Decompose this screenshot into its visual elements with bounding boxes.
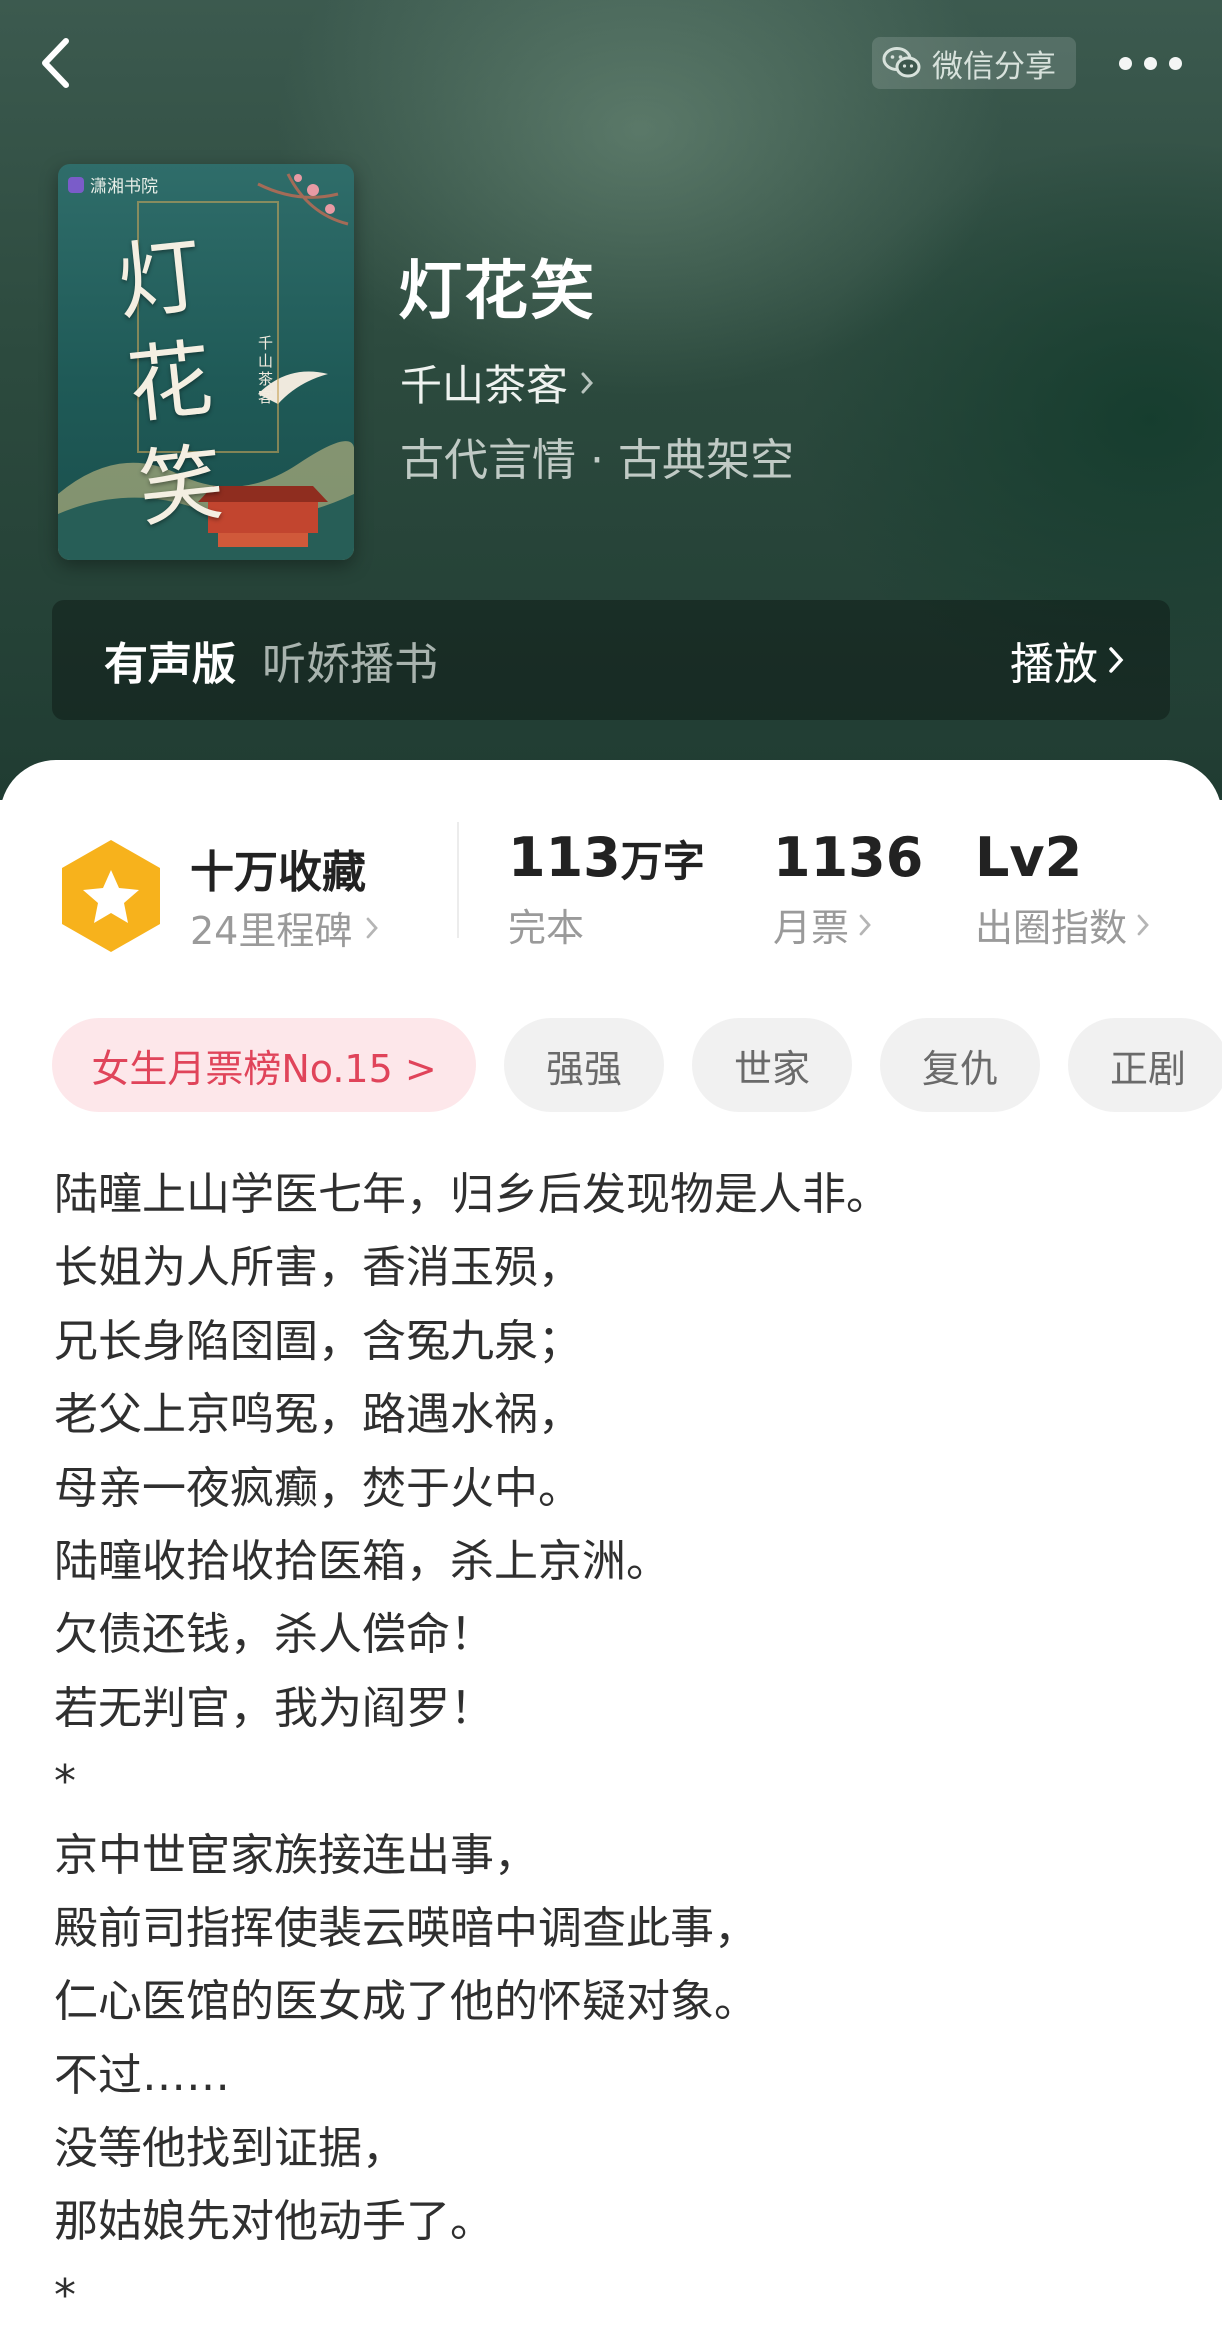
synopsis-line: 仁心医馆的医女成了他的怀疑对象。 (54, 1976, 758, 2028)
more-options-button[interactable] (1110, 38, 1190, 88)
synopsis-line: 长姐为人所害，香消玉殒， (54, 1242, 582, 1294)
synopsis-line: 兄长身陷囹圄，含冤九泉； (54, 1315, 582, 1367)
wechat-share-button[interactable]: 微信分享 (872, 37, 1076, 89)
publisher-logo-icon (68, 176, 84, 193)
synopsis-line: 若无判官，我为阎罗！ (54, 1682, 494, 1734)
popularity-level-value: Lv2 (975, 826, 1083, 889)
monthly-ticket-stat[interactable]: 1136 月票 (773, 826, 923, 952)
word-count-value: 113 (508, 826, 621, 889)
tag-item[interactable]: 强强 (504, 1018, 664, 1112)
chevron-right-icon (366, 917, 379, 938)
wechat-share-label: 微信分享 (932, 48, 1056, 85)
chevron-right-icon (859, 914, 871, 935)
audio-version-bar[interactable]: 有声版 听娇播书 播放 (52, 600, 1170, 720)
chevron-left-icon (42, 38, 69, 88)
more-dots-icon (1118, 56, 1132, 70)
book-genre: 古代言情 · 古典架空 (400, 435, 794, 486)
synopsis-line: 陆曈收拾收拾医箱，杀上京洲。 (54, 1535, 670, 1587)
synopsis-line: 老父上京鸣冤，路遇水祸， (54, 1389, 582, 1441)
monthly-ticket-value: 1136 (773, 826, 924, 889)
cover-author-tag: 千山茶客 (258, 334, 274, 406)
author-link[interactable]: 千山茶客 (400, 352, 594, 413)
tag-item[interactable]: 复仇 (880, 1018, 1040, 1112)
book-cover-image[interactable]: 潇湘书院 灯花笑 千山茶客 (58, 164, 354, 560)
book-synopsis: 陆曈上山学医七年，归乡后发现物是人非。 长姐为人所害，香消玉殒， 兄长身陷囹圄，… (54, 1158, 1174, 2332)
milestone-count: 24里程碑 (190, 900, 379, 955)
author-name: 千山茶客 (400, 361, 569, 410)
audio-play-button[interactable]: 播放 (1010, 628, 1124, 692)
synopsis-line: 陆曈上山学医七年，归乡后发现物是人非。 (54, 1169, 890, 1220)
synopsis-line: 没等他找到证据， (54, 2123, 406, 2175)
tag-item[interactable]: 正剧 (1068, 1018, 1222, 1112)
completion-status: 完本 (508, 906, 585, 950)
rank-tag[interactable]: 女生月票榜No.15 > (52, 1018, 476, 1112)
star-badge-icon (62, 840, 160, 952)
monthly-ticket-label: 月票 (773, 897, 923, 952)
synopsis-line: 那姑娘先对他动手了。 (54, 2196, 494, 2248)
synopsis-line: 京中世宦家族接连出事， (54, 1829, 538, 1881)
cover-publisher: 潇湘书院 (68, 172, 158, 197)
synopsis-line: 欠债还钱，杀人偿命！ (54, 1609, 494, 1661)
tag-list: 女生月票榜No.15 > 强强 世家 复仇 正剧 (52, 1018, 1222, 1112)
word-count-unit: 万字 (620, 837, 705, 886)
collection-milestone[interactable]: 十万收藏 24里程碑 (56, 836, 416, 956)
word-count-stat: 113万字 完本 (508, 826, 705, 952)
audio-version-label: 有声版 (104, 639, 236, 690)
synopsis-line: * (54, 1756, 76, 1808)
chevron-right-icon (581, 372, 594, 393)
chevron-right-icon (1137, 914, 1149, 935)
tag-item[interactable]: 世家 (692, 1018, 852, 1112)
back-button[interactable] (30, 30, 80, 96)
synopsis-line: 母亲一夜疯癫，焚于火中。 (54, 1462, 582, 1514)
audio-narrator: 听娇播书 (262, 639, 438, 690)
synopsis-line: 殿前司指挥使裴云暎暗中调查此事， (54, 1902, 758, 1954)
wechat-icon (882, 47, 921, 78)
popularity-index-stat[interactable]: Lv2 出圈指数 (975, 826, 1149, 952)
stats-divider (457, 822, 459, 938)
collection-count: 十万收藏 (190, 847, 366, 898)
synopsis-line: * (54, 2269, 76, 2321)
synopsis-line: 不过…… (54, 2049, 230, 2101)
book-title: 灯花笑 (398, 254, 596, 329)
chevron-right-icon (1109, 647, 1124, 673)
popularity-index-label: 出圈指数 (975, 897, 1149, 952)
